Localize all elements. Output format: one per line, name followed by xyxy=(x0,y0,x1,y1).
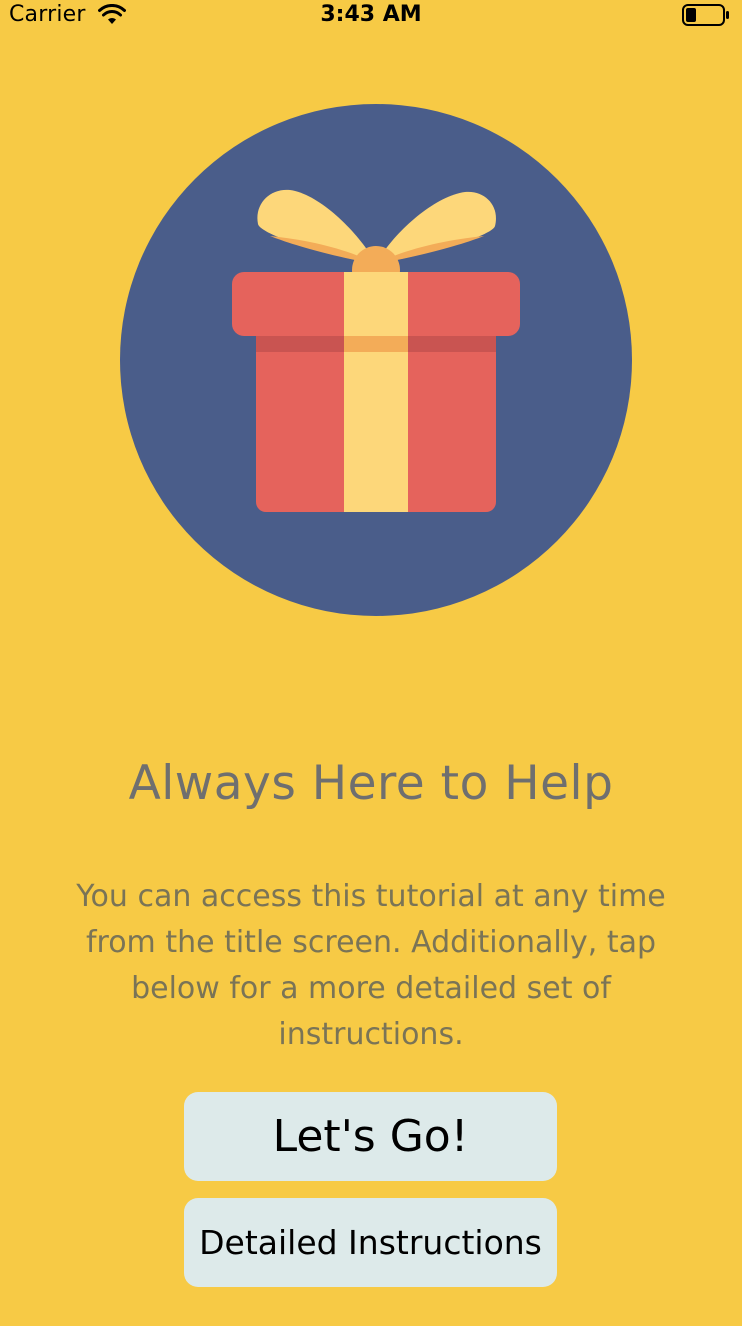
page-title: Always Here to Help xyxy=(128,756,614,811)
status-bar: Carrier 3:43 AM xyxy=(0,0,742,32)
clock-time: 3:43 AM xyxy=(320,2,422,27)
lets-go-button[interactable]: Let's Go! xyxy=(184,1092,557,1181)
ribbon-lid xyxy=(344,272,408,336)
page-description: You can access this tutorial at any time… xyxy=(76,879,666,1052)
battery-low-icon xyxy=(682,4,729,26)
detailed-instructions-button[interactable]: Detailed Instructions xyxy=(184,1198,557,1287)
ribbon-vertical xyxy=(344,324,408,512)
gift-illustration xyxy=(120,104,632,616)
